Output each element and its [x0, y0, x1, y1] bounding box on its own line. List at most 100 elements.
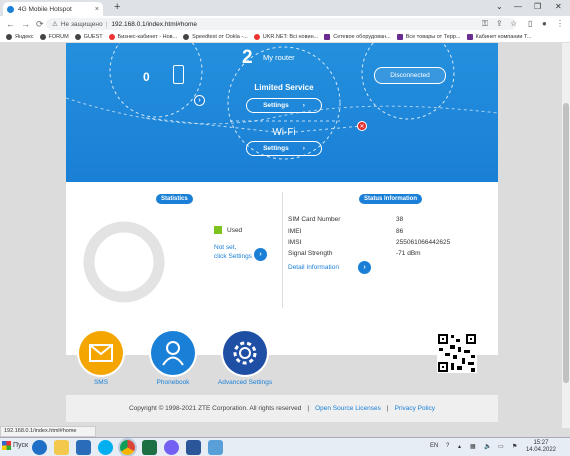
footer-bar: Copyright © 1998-2021 ZTE Corporation. A… [66, 395, 498, 422]
bookmark-item[interactable]: Яндекс [6, 34, 34, 40]
tray-icon[interactable]: ▴ [458, 443, 461, 450]
media-player-icon[interactable] [76, 440, 91, 455]
status-url: 192.168.0.1/index.html#home [0, 426, 96, 437]
back-icon[interactable]: ← [6, 19, 15, 29]
sim-value: 38 [396, 216, 404, 223]
sim-label: SIM Card Number [288, 216, 341, 223]
warning-icon: ⚠ [52, 21, 58, 28]
new-tab-button[interactable]: + [114, 1, 120, 13]
used-legend-label: Used [227, 227, 243, 234]
bookmark-item[interactable]: FORUM [39, 34, 69, 40]
phone-icon [173, 65, 184, 84]
bookmark-icon [6, 34, 12, 40]
profile-icon[interactable]: ● [542, 19, 547, 28]
bookmark-item[interactable]: Сетевое оборудован... [324, 34, 391, 40]
statistics-settings-link[interactable]: Not set, click Settings [214, 243, 252, 261]
footer-separator: | [386, 405, 389, 412]
maximize-icon[interactable]: ❐ [534, 2, 541, 11]
url-text: 192.168.0.1/index.html#home [111, 20, 197, 28]
connection-toggle-button[interactable]: Disconnected [374, 67, 446, 84]
menu-icon[interactable]: ⋮ [556, 19, 564, 28]
sms-button[interactable] [79, 331, 123, 375]
my-router-label: My router [263, 53, 295, 62]
volume-icon[interactable]: 🔈 [484, 443, 491, 450]
reload-icon[interactable]: ⟳ [36, 19, 44, 30]
envelope-icon [89, 344, 113, 362]
phonebook-button[interactable] [151, 331, 195, 375]
advanced-settings-label[interactable]: Advanced Settings [211, 379, 279, 386]
address-bar[interactable]: ⚠ Не защищено | 192.168.0.1/index.html#h… [46, 18, 516, 30]
browser-tab[interactable]: 4G Mobile Hotspot × [3, 2, 103, 16]
internet-settings-button[interactable]: Settings › [246, 98, 322, 113]
folder-icon[interactable] [54, 440, 69, 455]
start-button[interactable]: Пуск [2, 441, 28, 450]
signal-label: Signal Strength [288, 250, 333, 257]
detail-info-arrow-button[interactable]: › [358, 261, 371, 274]
close-window-icon[interactable]: ✕ [555, 2, 562, 11]
bookmark-item[interactable]: GUEST [74, 34, 103, 40]
error-icon: ✕ [357, 121, 367, 131]
privacy-policy-link[interactable]: Privacy Policy [395, 405, 435, 412]
key-icon[interactable]: ⚿ [482, 19, 488, 29]
skype-icon[interactable] [98, 440, 113, 455]
detail-info-link[interactable]: Detail Information [288, 264, 339, 271]
statistics-arrow-button[interactable]: › [254, 248, 267, 261]
forward-icon[interactable]: → [21, 19, 30, 29]
network-icon[interactable]: ▦ [470, 443, 476, 450]
wifi-label: Wi-Fi [272, 127, 296, 138]
open-source-link[interactable]: Open Source Licenses [315, 405, 381, 412]
qr-code [437, 333, 477, 373]
wifi-settings-button[interactable]: Settings › [246, 141, 322, 156]
imei-label: IMEI [288, 228, 302, 235]
bookmark-item[interactable]: Все товары от Терр... [396, 34, 461, 40]
status-info-title: Status Information [359, 194, 423, 204]
imei-value: 86 [396, 228, 404, 235]
bookmark-icon [74, 34, 81, 40]
remote-desktop-icon[interactable] [208, 440, 223, 455]
share-icon[interactable]: ⇪ [496, 19, 503, 28]
sms-label[interactable]: SMS [79, 379, 123, 386]
power-icon[interactable]: ▭ [498, 443, 504, 450]
phonebook-label[interactable]: Phonebook [146, 379, 200, 386]
bookmark-star-icon[interactable]: ☆ [510, 19, 517, 28]
bookmark-icon [39, 34, 46, 40]
language-indicator[interactable]: EN [430, 443, 438, 449]
router-badge: 2 [242, 47, 253, 68]
divider [282, 192, 283, 308]
statistics-title: Statistics [156, 194, 193, 204]
bookmark-item[interactable]: Кабинет компании Т... [466, 34, 531, 40]
sidebar-icon[interactable]: ▯ [528, 19, 532, 28]
bookmark-item[interactable]: UKR.NET: Всі новин... [253, 34, 318, 40]
bookmark-item[interactable]: Speedtest от Ookla -... [183, 34, 248, 40]
excel-icon[interactable] [142, 440, 157, 455]
minimize-icon[interactable]: — [514, 2, 522, 11]
gear-icon [233, 341, 257, 365]
advanced-settings-button[interactable] [223, 331, 267, 375]
imsi-label: IMSI [288, 239, 302, 246]
bookmarks-bar: Яндекс FORUM GUEST Бизнес-кабинет - Нов.… [0, 32, 570, 43]
tab-title: 4G Mobile Hotspot [18, 5, 72, 13]
bookmark-icon [396, 34, 403, 40]
copyright-text: Copyright © 1998-2021 ZTE Corporation. A… [128, 405, 302, 412]
viber-icon[interactable] [164, 440, 179, 455]
device-count: 0 [143, 70, 150, 84]
scrollbar-thumb[interactable] [563, 103, 569, 383]
page-scrollbar[interactable] [562, 43, 570, 428]
bookmark-icon [253, 34, 260, 40]
bookmark-item[interactable]: Бизнес-кабинет - Нов... [108, 34, 177, 40]
internet-status: Limited Service [254, 83, 314, 92]
tab-search-icon[interactable]: ⌄ [496, 2, 503, 11]
bookmark-icon [324, 34, 331, 40]
tab-close-icon[interactable]: × [95, 6, 99, 13]
devices-arrow-button[interactable]: › [194, 95, 205, 106]
help-icon[interactable]: ? [446, 443, 449, 449]
status-card: Statistics Used Not set, click Settings … [66, 182, 498, 355]
ie-icon[interactable] [32, 440, 47, 455]
clock[interactable]: 15:27 14.04.2022 [526, 440, 556, 454]
chevron-right-icon: › [302, 145, 305, 152]
word-icon[interactable] [186, 440, 201, 455]
footer-separator: | [307, 405, 310, 412]
flag-icon[interactable]: ⚑ [512, 443, 517, 450]
chrome-icon[interactable] [120, 440, 135, 455]
hero-banner: 0 › 2 My router Limited Service Settings… [66, 43, 498, 182]
